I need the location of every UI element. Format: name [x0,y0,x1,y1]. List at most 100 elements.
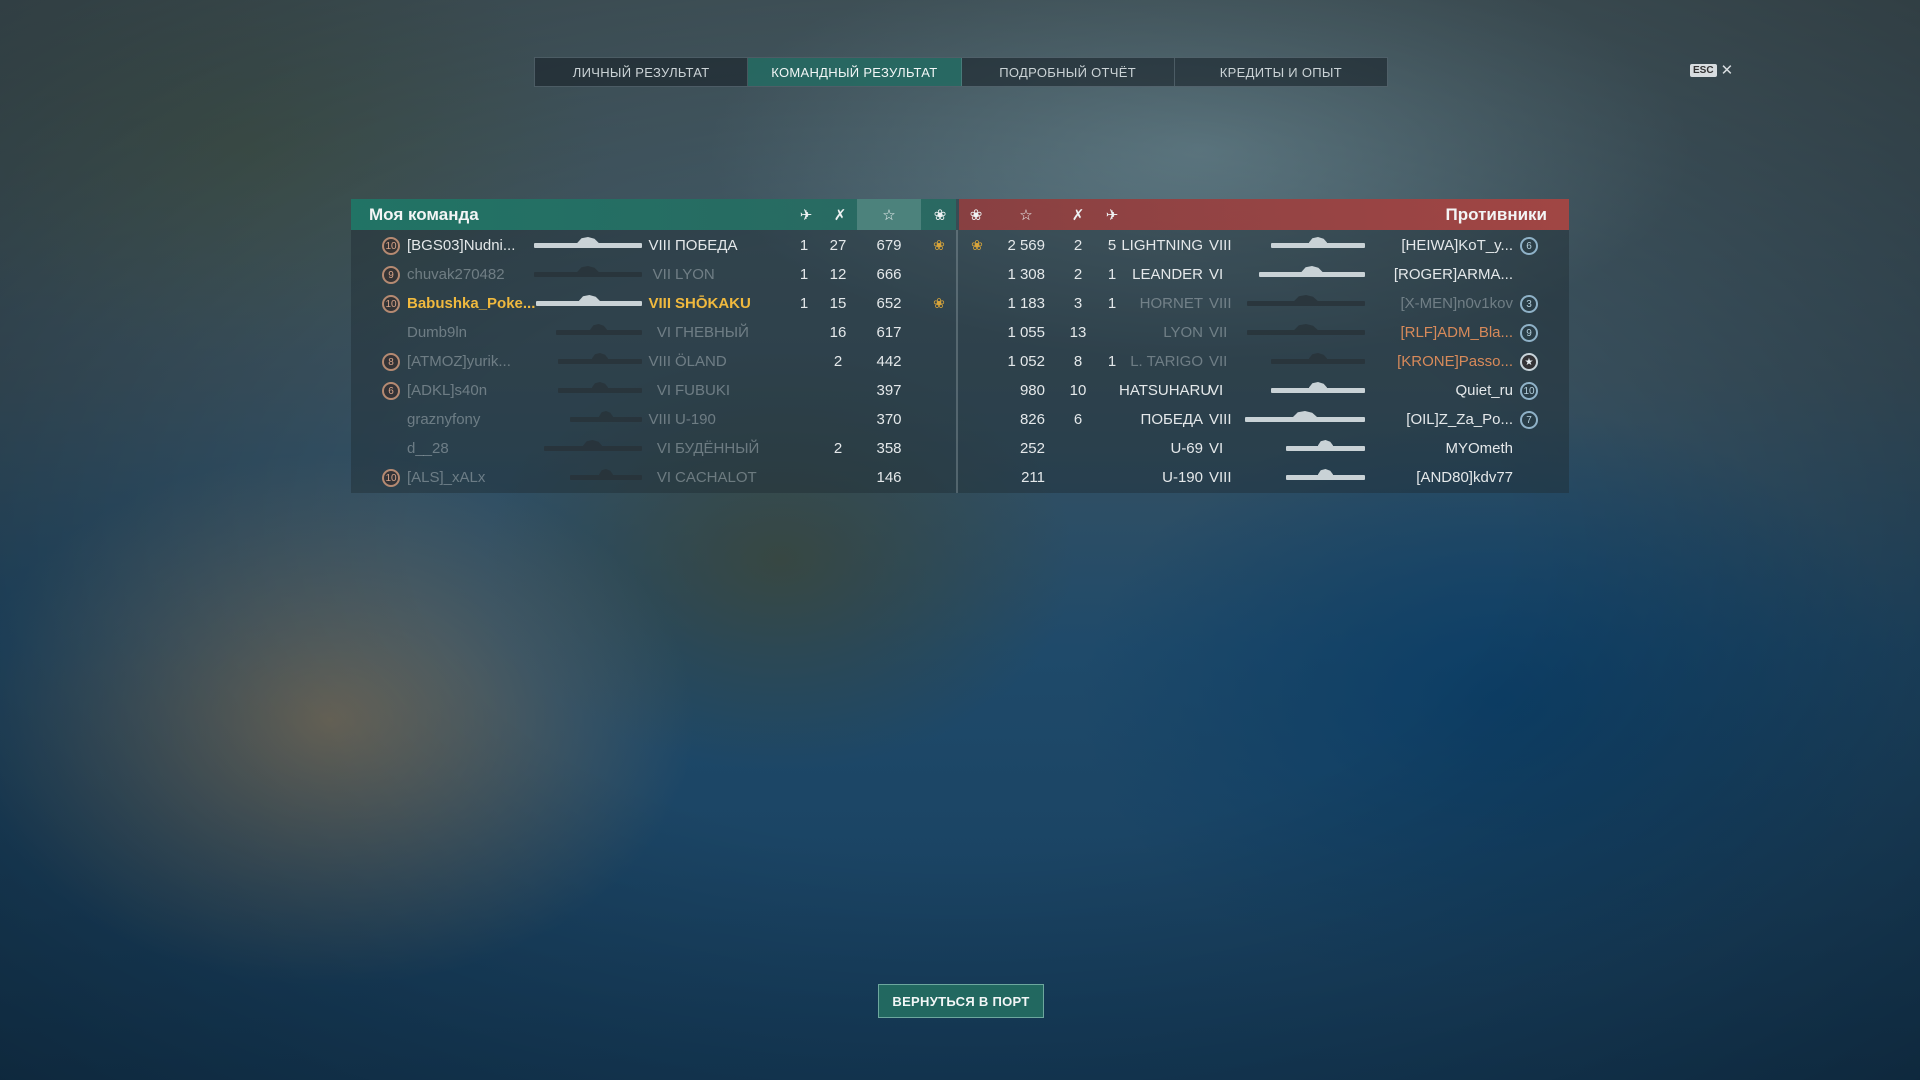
ships-destroyed: 3 [1073,295,1083,312]
ship-name: U-190 [675,411,716,428]
rank-badge: 10 [382,295,400,313]
ships-destroyed: 16 [829,324,847,341]
ships-destroyed: 8 [1073,353,1083,370]
rank-badge: 7 [1520,411,1538,429]
return-to-port-button[interactable]: ВЕРНУТЬСЯ В ПОРТ [878,984,1044,1018]
table-row[interactable]: graznyfony VIII U-190 370 [351,406,956,435]
ship-silhouette [1286,475,1365,480]
player-name: [ATMOZ]yurik... [407,353,511,370]
ship-name: ÖLAND [675,353,727,370]
ship-silhouette [558,388,642,393]
player-name: chuvak270482 [407,266,505,283]
player-name: [OIL]Z_Za_Po... [1406,411,1513,428]
ship-silhouette [558,359,642,364]
base-xp: 211 [1021,469,1045,486]
ship-silhouette [1271,243,1365,248]
rank-badge: 8 [382,353,400,371]
ship-tier: VIII [1209,411,1232,428]
base-xp: 146 [876,469,902,486]
table-row[interactable]: 211 U-190 VIII [AND80]kdv77 [959,464,1569,493]
ship-tier: VI [1209,266,1224,283]
base-xp: 397 [876,382,902,399]
ship-tier: VIII [648,411,671,428]
ship-name: FUBUKI [675,382,731,399]
ship-name: LIGHTNING [1121,237,1203,254]
ship-name: HATSUHARU [1119,382,1212,399]
tab-credits-xp[interactable]: КРЕДИТЫ И ОПЫТ [1175,58,1387,86]
player-name: [ADKL]s40n [407,382,488,399]
laurel-icon: ❀ [933,206,947,224]
ships-destroyed: 10 [1069,382,1087,399]
my-team-header: Моя команда ✈ ✗ ☆ ❀ [351,199,956,230]
table-row[interactable]: ❀ 2 569 2 5 LIGHTNING VIII [HEIWA]KoT_y... 6 [959,232,1569,261]
table-row[interactable]: 1 055 13 LYON VII [RLF]ADM_Bla... 9 [959,319,1569,348]
base-xp: 442 [876,353,902,370]
ship-tier: VIII [648,353,671,370]
player-name: d__28 [407,440,449,457]
ship-silhouette [1286,446,1365,451]
base-xp: 370 [876,411,902,428]
player-name: [ROGER]ARMA... [1393,266,1513,283]
table-row[interactable]: 826 6 ПОБЕДА VIII [OIL]Z_Za_Po... 7 [959,406,1569,435]
rank-badge: 3 [1520,295,1538,313]
base-xp: 2 569 [1007,237,1045,254]
team-divider [956,230,958,493]
rank-badge: 6 [1520,237,1538,255]
table-row[interactable]: 6 [ADKL]s40n VI FUBUKI 397 [351,377,956,406]
ships-destroyed: 2 [1073,266,1083,283]
tab-team-result[interactable]: КОМАНДНЫЙ РЕЗУЛЬТАТ [748,58,962,86]
ship-silhouette [1247,301,1365,306]
table-row[interactable]: 1 052 8 1 L. TARIGO VII [KRONE]Passo... ★ [959,348,1569,377]
star-icon[interactable]: ☆ [857,199,921,230]
base-xp: 666 [876,266,902,283]
player-name: [KRONE]Passo... [1397,353,1513,370]
ship-tier: VI [656,382,671,399]
table-row[interactable]: 1 308 2 1 LEANDER VI [ROGER]ARMA... [959,261,1569,290]
base-xp: 826 [1019,411,1045,428]
ship-silhouette [1259,272,1365,277]
ship-tier: VI [656,324,671,341]
kills-icon: ✗ [1071,206,1085,224]
table-row[interactable]: 1 183 3 1 HORNET VIII [X-MEN]n0v1kov 3 [959,290,1569,319]
table-row[interactable]: 10 [ALS]_xALx VI CACHALOT 146 [351,464,956,493]
tab-personal-result[interactable]: ЛИЧНЫЙ РЕЗУЛЬТАТ [535,58,749,86]
ship-tier: VIII [1209,295,1232,312]
plane-icon: ✈ [1105,206,1119,224]
kills-icon: ✗ [833,206,847,224]
star-icon: ☆ [1019,206,1033,224]
player-name: Babushka_Poke... [407,295,536,312]
ship-name: ПОБЕДА [1140,411,1203,428]
ship-tier: VIII [1209,469,1232,486]
player-name: [AND80]kdv77 [1416,469,1513,486]
team-results-panel: Моя команда ✈ ✗ ☆ ❀ ❀ ☆ ✗ ✈ Противники 1… [351,199,1569,493]
table-row[interactable]: 8 [ATMOZ]yurik... VIII ÖLAND 2 442 [351,348,956,377]
laurel-icon: ❀ [969,206,983,224]
player-name: [BGS03]Nudni... [407,237,516,254]
tab-detailed-report[interactable]: ПОДРОБНЫЙ ОТЧЁТ [962,58,1175,86]
table-row[interactable]: 980 10 HATSUHARU VI Quiet_ru 10 [959,377,1569,406]
base-xp: 617 [876,324,902,341]
ship-silhouette [570,475,642,480]
esc-key-label: ESC [1690,63,1717,77]
player-name: [RLF]ADM_Bla... [1400,324,1513,341]
rank-badge: 9 [382,266,400,284]
ships-destroyed: 2 [833,440,843,457]
ship-silhouette [534,243,642,248]
ship-silhouette [534,272,642,277]
ships-destroyed: 6 [1073,411,1083,428]
ship-tier: VIII [648,237,671,254]
base-xp: 1 183 [1007,295,1045,312]
table-row[interactable]: 252 U-69 VI MYOmeth [959,435,1569,464]
table-row[interactable]: Dumb9ln VI ГНЕВНЫЙ 16 617 [351,319,956,348]
table-row[interactable]: d__28 VI БУДЁННЫЙ 2 358 [351,435,956,464]
ship-name: БУДЁННЫЙ [675,440,760,457]
table-row[interactable]: 9 chuvak270482 VII LYON 1 12 666 [351,261,956,290]
close-button[interactable]: ESC ✕ [1690,61,1733,79]
table-row[interactable]: 10 Babushka_Poke... VIII SHŌKAKU 1 15 652 ❀ [351,290,956,319]
player-name: [HEIWA]KoT_y... [1401,237,1513,254]
table-row[interactable]: 10 [BGS03]Nudni... VIII ПОБЕДА 1 27 679 ❀ [351,232,956,261]
ship-tier: VI [656,469,671,486]
ship-silhouette [1271,388,1365,393]
player-name: Quiet_ru [1455,382,1513,399]
ship-silhouette [1245,417,1365,422]
